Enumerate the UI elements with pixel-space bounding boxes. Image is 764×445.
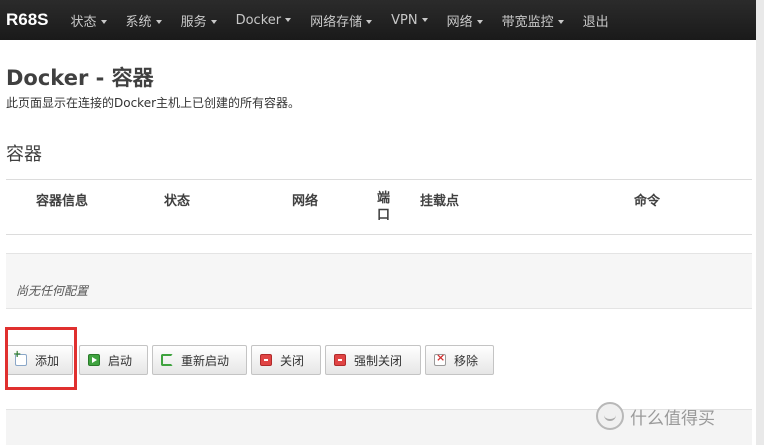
table-header: 容器信息 状态 网络 端口 挂载点 命令 [6, 179, 752, 235]
column-header-network: 网络 [292, 194, 319, 209]
nav-logout-label: 退出 [582, 14, 609, 30]
chevron-down-icon [210, 20, 217, 24]
force-stop-button[interactable]: 强制关闭 [325, 345, 421, 375]
top-navbar: R68S 状态 系统 服务 Docker 网络存储 VPN 网络 带宽监控 退出 [0, 0, 756, 40]
add-button-label: 添加 [35, 353, 60, 368]
page-description: 此页面显示在连接的Docker主机上已创建的所有容器。 [6, 96, 301, 110]
restart-button-label: 重新启动 [181, 353, 230, 368]
column-header-command: 命令 [634, 194, 661, 209]
chevron-down-icon [421, 18, 428, 22]
watermark-logo-icon [596, 402, 624, 430]
stop-icon [260, 354, 272, 366]
nav-docker[interactable]: Docker [236, 13, 292, 28]
chevron-down-icon [285, 18, 292, 22]
add-icon [13, 349, 27, 366]
chevron-down-icon [476, 20, 483, 24]
scrollbar-track[interactable] [756, 0, 764, 445]
nav-network[interactable]: 网络 [447, 11, 483, 30]
add-button[interactable]: 添加 [6, 345, 73, 375]
empty-table-row: 尚无任何配置 [6, 253, 752, 309]
nav-status[interactable]: 状态 [71, 11, 107, 30]
kill-icon [334, 354, 346, 366]
nav-system-label: 系统 [125, 14, 152, 30]
nav-docker-label: Docker [235, 12, 282, 28]
chevron-down-icon [366, 20, 373, 24]
watermark-text: 什么值得买 [630, 408, 715, 429]
force-stop-button-label: 强制关闭 [354, 353, 403, 368]
page-title: Docker - 容器 [6, 66, 154, 90]
containers-table: 容器信息 状态 网络 端口 挂载点 命令 [6, 179, 752, 235]
nav-vpn-label: VPN [391, 12, 418, 28]
restart-button[interactable]: 重新启动 [152, 345, 247, 375]
stop-button[interactable]: 关闭 [251, 345, 321, 375]
column-header-ports: 端口 [377, 191, 391, 223]
nav-system[interactable]: 系统 [126, 11, 162, 30]
nav-logout[interactable]: 退出 [583, 11, 609, 30]
nav-network-label: 网络 [446, 14, 473, 30]
chevron-down-icon [155, 20, 162, 24]
column-header-mounts: 挂载点 [420, 194, 460, 209]
watermark: 什么值得买 [596, 402, 715, 430]
chevron-down-icon [557, 20, 564, 24]
remove-button[interactable]: 移除 [425, 345, 494, 375]
nav-services[interactable]: 服务 [181, 11, 217, 30]
brand-logo[interactable]: R68S [6, 10, 49, 30]
nav-status-label: 状态 [70, 14, 97, 30]
remove-button-label: 移除 [454, 353, 479, 368]
stop-button-label: 关闭 [280, 353, 305, 368]
remove-icon [434, 351, 446, 366]
nav-nas-label: 网络存储 [310, 14, 363, 30]
start-button[interactable]: 启动 [79, 345, 148, 375]
empty-message: 尚无任何配置 [16, 284, 89, 298]
chevron-down-icon [100, 20, 107, 24]
nav-bandwidth-label: 带宽监控 [501, 14, 554, 30]
restart-icon [161, 354, 173, 366]
play-icon [88, 354, 100, 366]
nav-services-label: 服务 [180, 14, 207, 30]
section-title: 容器 [6, 144, 42, 165]
column-header-info: 容器信息 [36, 194, 89, 209]
nav-nas[interactable]: 网络存储 [310, 11, 373, 30]
start-button-label: 启动 [108, 353, 133, 368]
column-header-status: 状态 [164, 194, 191, 209]
nav-vpn[interactable]: VPN [391, 12, 428, 28]
nav-bandwidth[interactable]: 带宽监控 [502, 11, 564, 30]
